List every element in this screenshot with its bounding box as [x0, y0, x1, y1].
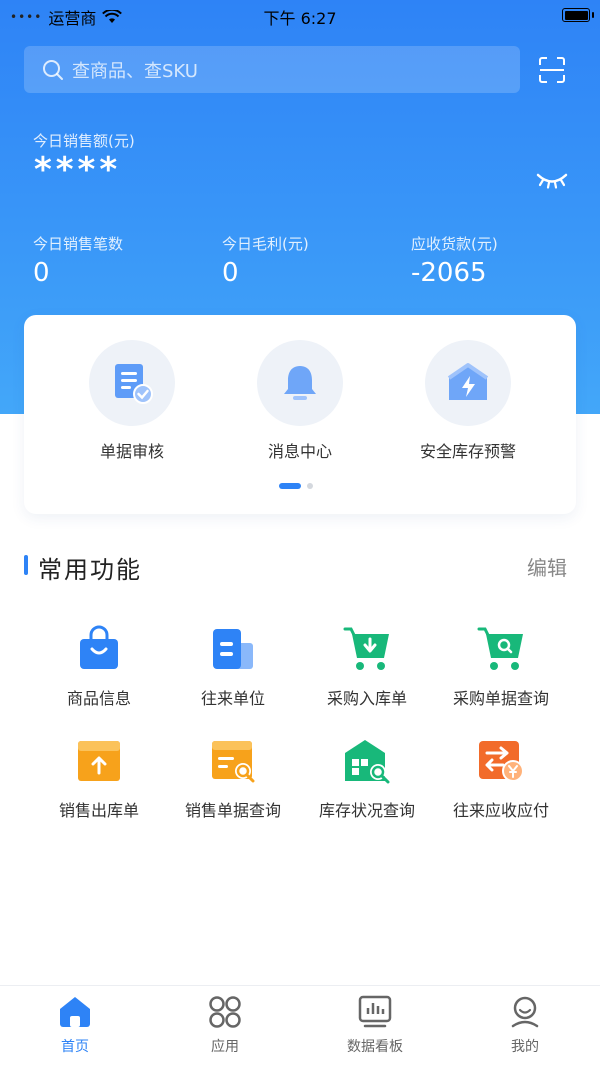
cart-inbound-icon [343, 627, 389, 670]
function-partners[interactable]: 往来单位 [158, 625, 308, 709]
document-check-icon [115, 364, 153, 404]
function-label: 销售出库单 [58, 801, 139, 820]
quick-action-safety-stock-alert[interactable]: 安全库存预警 [378, 340, 558, 462]
function-label: 往来应收应付 [452, 801, 549, 820]
shopping-bag-icon [80, 625, 118, 669]
edit-button[interactable]: 编辑 [527, 552, 567, 581]
stat-value-gross-profit: 0 [222, 258, 239, 288]
function-purchase-inbound[interactable]: 采购入库单 [292, 625, 442, 709]
exchange-money-icon [479, 741, 524, 782]
status-time: 下午 6:27 [263, 9, 337, 28]
quick-actions-card: 单据审核 消息中心 安全库存预警 [24, 315, 576, 514]
tab-apps[interactable]: 应用 [150, 994, 300, 1056]
dashboard-chart-icon [358, 995, 392, 1028]
eye-closed-icon[interactable] [536, 170, 568, 190]
box-search-icon [212, 741, 255, 783]
tab-profile[interactable]: 我的 [450, 994, 600, 1056]
tab-label: 数据看板 [347, 1039, 403, 1055]
function-label: 采购入库单 [326, 689, 407, 708]
stat-label-receivables: 应收货款(元) [411, 235, 498, 253]
search-placeholder: 查商品、查SKU [72, 60, 198, 82]
user-profile-icon [511, 996, 539, 1028]
function-sales-outbound[interactable]: 销售出库单 [24, 737, 174, 821]
today-sales-label: 今日销售额(元) [33, 132, 135, 150]
search-input[interactable]: 查商品、查SKU [24, 46, 520, 93]
warehouse-search-icon [345, 740, 390, 784]
box-outbound-icon [78, 741, 120, 781]
building-icon [213, 629, 253, 669]
status-bar: •••• 运营商 下午 6:27 [0, 0, 600, 30]
stat-value-receivables: -2065 [411, 258, 487, 288]
warehouse-alert-icon [447, 363, 489, 400]
function-sales-query[interactable]: 销售单据查询 [158, 737, 308, 821]
function-label: 往来单位 [200, 689, 265, 708]
cart-search-icon [477, 627, 523, 670]
function-inventory-query[interactable]: 库存状况查询 [292, 737, 442, 821]
section-title: 常用功能 [38, 556, 142, 584]
tab-home[interactable]: 首页 [0, 994, 150, 1056]
today-sales-value-masked: **** [34, 150, 122, 190]
quick-action-label: 安全库存预警 [419, 442, 516, 461]
stat-label-orders: 今日销售笔数 [33, 235, 124, 253]
carousel-dot[interactable] [307, 483, 313, 489]
tab-label: 我的 [511, 1039, 539, 1055]
scan-icon[interactable] [538, 56, 566, 84]
search-icon [43, 59, 63, 80]
home-icon [60, 997, 90, 1027]
carousel-indicator [279, 483, 313, 489]
quick-action-label: 单据审核 [99, 442, 164, 461]
function-receivables-payables[interactable]: 往来应收应付 [426, 737, 576, 821]
battery-icon [562, 8, 594, 22]
function-label: 商品信息 [66, 689, 131, 708]
function-label: 库存状况查询 [318, 801, 415, 820]
apps-grid-icon [209, 996, 241, 1028]
function-label: 销售单据查询 [184, 801, 281, 820]
bell-icon [284, 366, 316, 400]
tab-label: 首页 [61, 1039, 89, 1055]
stat-value-orders: 0 [33, 258, 50, 288]
function-purchase-query[interactable]: 采购单据查询 [426, 625, 576, 709]
tab-dashboard[interactable]: 数据看板 [300, 994, 450, 1056]
tab-label: 应用 [211, 1039, 239, 1055]
quick-action-document-review[interactable]: 单据审核 [42, 340, 222, 462]
stat-label-gross-profit: 今日毛利(元) [222, 235, 309, 253]
quick-action-message-center[interactable]: 消息中心 [210, 340, 390, 462]
section-accent-bar [24, 555, 28, 575]
quick-action-label: 消息中心 [267, 442, 332, 461]
bottom-tab-bar: 首页 应用 数据看板 我的 [0, 985, 600, 1068]
carousel-dot-active [279, 483, 301, 489]
function-label: 采购单据查询 [452, 689, 549, 708]
function-product-info[interactable]: 商品信息 [24, 625, 174, 709]
